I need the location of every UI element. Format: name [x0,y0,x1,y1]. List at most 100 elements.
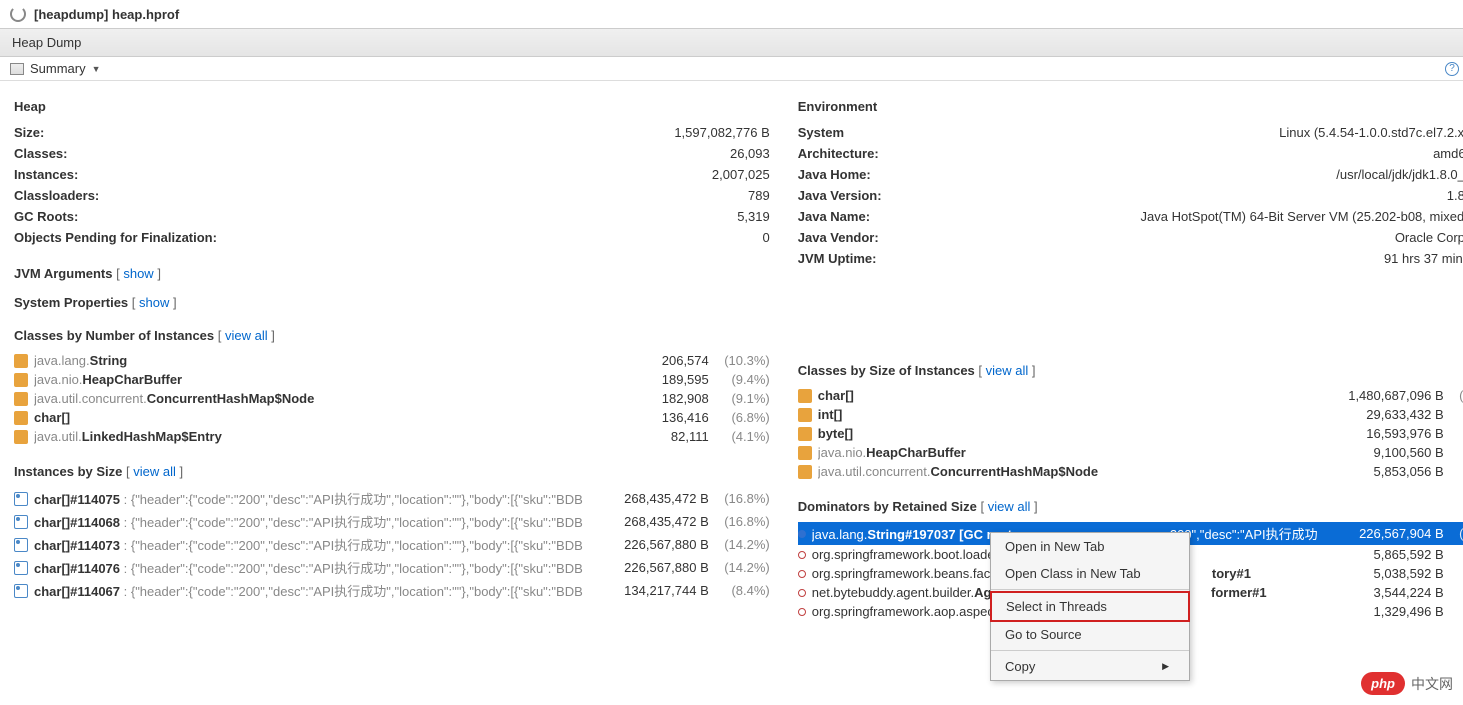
instance-row[interactable]: char[]#114067 : {"header":{"code":"200",… [14,579,770,602]
instance-name: char[]#114076 : {"header":{"code":"200",… [34,558,583,577]
instance-icon [14,492,28,506]
instance-row[interactable]: char[]#114075 : {"header":{"code":"200",… [14,487,770,510]
class-icon [798,427,812,441]
env-title: Environment [798,99,1463,114]
label: Java Name: [798,209,870,224]
value: 789 [748,188,770,203]
percent: (6.8%) [715,410,770,425]
jvm-args-show-link[interactable]: show [123,266,153,281]
classes-by-size-title: Classes by Size of Instances [ view all … [798,363,1463,378]
value: 0 [763,230,770,245]
class-icon [14,354,28,368]
class-icon [798,465,812,479]
size: 268,435,472 B [589,491,709,506]
label: Classloaders: [14,188,99,203]
percent: (10.3%) [715,353,770,368]
percent: (16.8%) [715,514,770,529]
class-by-num-row[interactable]: java.util.LinkedHashMap$Entry82,111(4.1%… [14,427,770,446]
value: /usr/local/jdk/jdk1.8.0_202/jre [1336,167,1463,182]
class-by-num-row[interactable]: java.lang.String206,574(10.3%) [14,351,770,370]
count: 9,100,560 B [1324,445,1444,460]
sys-props-show-link[interactable]: show [139,295,169,310]
env-row: Java Name: Java HotSpot(TM) 64-Bit Server… [798,206,1463,227]
percent: (9.1%) [715,391,770,406]
env-row: Java Version:1.8.0_202 [798,185,1463,206]
instance-name: char[]#114067 : {"header":{"code":"200",… [34,581,583,600]
count: 189,595 [589,372,709,387]
env-row: Architecture:amd64 64bit [798,143,1463,164]
classes-by-size-viewall-link[interactable]: view all [986,363,1029,378]
label: Java Vendor: [798,230,879,245]
watermark: php 中文网 [1361,672,1453,695]
size: 226,567,880 B [589,537,709,552]
class-icon [798,446,812,460]
label: Java Version: [798,188,882,203]
instance-row[interactable]: char[]#114076 : {"header":{"code":"200",… [14,556,770,579]
tab-bar: Heap Dump [0,29,1463,57]
size: 5,865,592 B [1324,547,1444,562]
help-icon[interactable]: ? [1445,62,1459,76]
class-name: int[] [818,407,1318,422]
loading-spinner-icon [10,6,26,22]
tab-heap-dump[interactable]: Heap Dump [12,35,81,50]
context-menu-item[interactable]: Copy▶ [991,653,1189,680]
context-menu-item[interactable]: Select in Threads [990,591,1190,622]
class-by-size-row[interactable]: byte[]16,593,976 B(1%) [798,424,1463,443]
percent: (0.2%) [1450,585,1463,600]
class-by-num-row[interactable]: char[]136,416(6.8%) [14,408,770,427]
env-row: SystemLinux (5.4.54-1.0.0.std7c.el7.2.x8… [798,122,1463,143]
heap-title: Heap [14,99,770,114]
label: JVM Uptime: [798,251,877,266]
instances-by-size-viewall-link[interactable]: view all [133,464,176,479]
percent: (0.3%) [1450,566,1463,581]
summary-icon [10,63,24,75]
jvm-args-title: JVM Arguments [ show ] [14,266,770,281]
class-name: byte[] [818,426,1318,441]
instance-row[interactable]: char[]#114068 : {"header":{"code":"200",… [14,510,770,533]
summary-bar[interactable]: Summary ▼ [0,57,1463,81]
class-name: char[] [818,388,1318,403]
percent: (4.1%) [715,429,770,444]
title-bar: [heapdump] heap.hprof [0,0,1463,29]
count: 206,574 [589,353,709,368]
context-menu-item[interactable]: Open Class in New Tab [991,560,1189,587]
label: Classes: [14,146,67,161]
dominators-viewall-link[interactable]: view all [988,499,1031,514]
class-name: java.util.concurrent.ConcurrentHashMap$N… [818,464,1318,479]
bullet-icon [798,551,806,559]
class-icon [798,389,812,403]
count: 5,853,056 B [1324,464,1444,479]
label: Architecture: [798,146,879,161]
class-by-size-row[interactable]: java.nio.HeapCharBuffer9,100,560 B(0.6%) [798,443,1463,462]
context-menu-item[interactable]: Open in New Tab [991,533,1189,560]
class-by-size-row[interactable]: char[]1,480,687,096 B(92.7%) [798,386,1463,405]
chevron-right-icon: ▶ [1162,661,1169,672]
bullet-icon [798,589,806,597]
value: Linux (5.4.54-1.0.0.std7c.el7.2.x86_64) [1279,125,1463,140]
instance-icon [14,584,28,598]
size: 3,544,224 B [1324,585,1444,600]
instance-icon [14,538,28,552]
instance-row[interactable]: char[]#114073 : {"header":{"code":"200",… [14,533,770,556]
size: 5,038,592 B [1324,566,1444,581]
context-menu-item[interactable]: Go to Source [991,621,1189,648]
label: Size: [14,125,44,140]
class-by-size-row[interactable]: java.util.concurrent.ConcurrentHashMap$N… [798,462,1463,481]
content: Heap Size:1,597,082,776 BClasses:26,093I… [0,81,1463,631]
heap-row: Classes:26,093 [14,143,770,164]
class-icon [14,430,28,444]
class-by-size-row[interactable]: int[]29,633,432 B(1.9%) [798,405,1463,424]
value: 1,597,082,776 B [674,125,769,140]
label: GC Roots: [14,209,78,224]
percent: (0.1%) [1450,604,1463,619]
size: 134,217,744 B [589,583,709,598]
env-row: JVM Uptime:91 hrs 37 min 55 sec [798,248,1463,269]
heap-row: GC Roots:5,319 [14,206,770,227]
classes-by-num-viewall-link[interactable]: view all [225,328,268,343]
value: Java HotSpot(TM) 64-Bit Server VM (25.20… [1141,209,1463,224]
class-by-num-row[interactable]: java.nio.HeapCharBuffer189,595(9.4%) [14,370,770,389]
count: 82,111 [589,429,709,444]
summary-label: Summary [30,61,86,76]
class-by-num-row[interactable]: java.util.concurrent.ConcurrentHashMap$N… [14,389,770,408]
context-menu: Open in New TabOpen Class in New Tab Sele… [990,532,1190,681]
